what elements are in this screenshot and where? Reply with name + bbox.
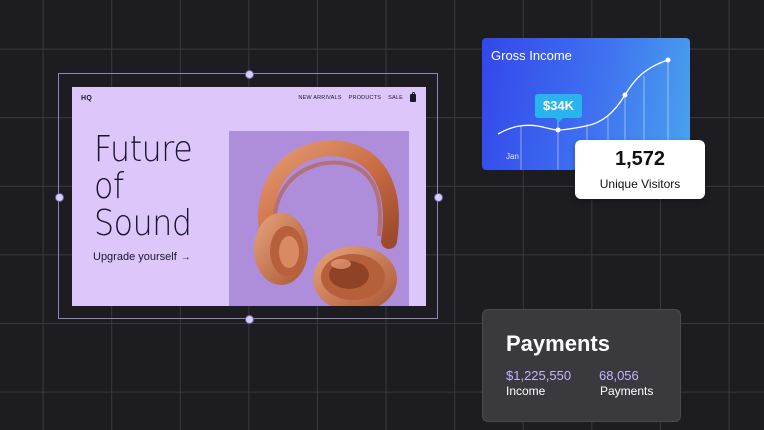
income-value: $1,225,550	[506, 368, 572, 383]
hero-title-line: Sound	[94, 203, 192, 244]
website-preview[interactable]: HQ NEW ARRIVALS PRODUCTS SALE Future of …	[72, 87, 426, 306]
visitors-value: 1,572	[614, 148, 666, 170]
nav-link-sale[interactable]: SALE	[388, 95, 403, 101]
chart-point[interactable]	[665, 57, 671, 63]
site-nav: NEW ARRIVALS PRODUCTS SALE	[298, 92, 416, 102]
hero-cta-link[interactable]: Upgrade yourself →	[93, 251, 191, 263]
hero-cta-label: Upgrade yourself	[93, 251, 177, 263]
payments-count-label: Payments	[600, 384, 654, 398]
income-label: Income	[506, 384, 546, 398]
month-label: Jan	[506, 152, 519, 161]
resize-handle-bottom[interactable]	[245, 315, 254, 324]
hero-title: Future of Sound	[94, 131, 234, 242]
headphones-product-image	[229, 131, 409, 306]
shopping-bag-icon[interactable]	[410, 92, 416, 102]
payments-count-value: 68,056	[599, 368, 639, 383]
headphones-icon	[254, 140, 399, 306]
hero-title-line: Future	[94, 129, 193, 170]
resize-handle-top[interactable]	[245, 70, 254, 79]
nav-link-products[interactable]: PRODUCTS	[349, 95, 381, 101]
arrow-right-icon: →	[180, 252, 191, 263]
nav-link-new-arrivals[interactable]: NEW ARRIVALS	[298, 95, 341, 101]
income-tooltip: $34K	[535, 94, 582, 122]
payments-title: Payments	[506, 331, 610, 356]
chart-point[interactable]	[622, 92, 628, 98]
chart-point[interactable]	[555, 127, 561, 133]
unique-visitors-card[interactable]: 1,572 Unique Visitors	[575, 140, 705, 199]
visitors-label: Unique Visitors	[599, 177, 681, 191]
hero-title-line: of	[94, 166, 124, 207]
payments-card[interactable]: Payments $1,225,550 Income 68,056 Paymen…	[482, 309, 681, 422]
resize-handle-right[interactable]	[434, 193, 443, 202]
site-logo[interactable]: HQ	[81, 95, 92, 102]
resize-handle-left[interactable]	[55, 193, 64, 202]
